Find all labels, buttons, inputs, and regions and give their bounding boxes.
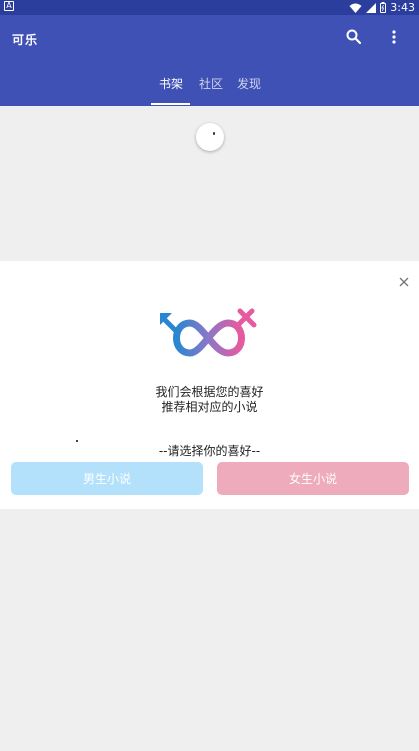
- wifi-icon: [349, 3, 362, 13]
- signal-icon: [366, 2, 377, 13]
- gender-infinity-logo-icon: [160, 308, 257, 357]
- notification-icon: A: [4, 1, 14, 11]
- tab-discover[interactable]: 发现: [237, 75, 261, 92]
- choose-preference-label: --请选择你的喜好--: [158, 444, 261, 458]
- more-options-button[interactable]: [387, 28, 401, 46]
- preference-dialog: 我们会根据您的喜好 推荐相对应的小说 --请选择你的喜好-- 男生小说 女生小说: [0, 261, 419, 509]
- more-vert-icon: [392, 30, 396, 44]
- loading-spinner: [196, 123, 224, 151]
- status-icons: 3:43: [349, 0, 415, 15]
- male-novel-button[interactable]: 男生小说: [11, 462, 203, 495]
- close-button[interactable]: [398, 273, 410, 287]
- message-line-2: 推荐相对应的小说: [161, 400, 258, 414]
- app-title: 可乐: [12, 33, 39, 47]
- search-button[interactable]: [345, 28, 363, 46]
- spinner-dot: [213, 132, 215, 135]
- app-bar: 可乐 书架 社区 发现: [0, 15, 419, 106]
- female-novel-button[interactable]: 女生小说: [217, 462, 409, 495]
- tab-bookshelf[interactable]: 书架: [159, 75, 183, 92]
- battery-icon: [380, 2, 387, 13]
- tab-community[interactable]: 社区: [199, 75, 223, 92]
- tab-indicator: [151, 103, 190, 105]
- tab-bar: 书架 社区 发现: [0, 71, 419, 106]
- status-time: 3:43: [390, 1, 415, 14]
- search-icon: [346, 29, 362, 45]
- close-icon: [399, 277, 409, 287]
- status-bar: A 3:43: [0, 0, 419, 15]
